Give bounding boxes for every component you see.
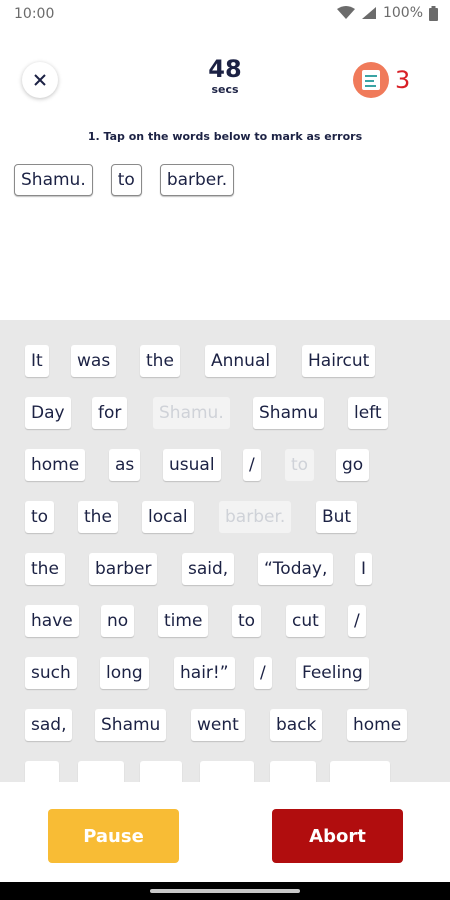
instruction-text: 1. Tap on the words below to mark as err… (87, 130, 363, 143)
status-bar: 10:00 100% (0, 0, 450, 28)
timer-value: 48 (208, 55, 242, 83)
word-chip[interactable]: cut (286, 605, 325, 637)
word-chip[interactable]: left (348, 397, 388, 429)
word-chip-partial[interactable] (200, 761, 254, 782)
word-chip[interactable]: time (158, 605, 209, 637)
word-chip[interactable]: Annual (205, 345, 277, 377)
word-chip[interactable]: Day (25, 397, 71, 429)
battery-percent: 100% (382, 5, 423, 21)
word-chip[interactable]: such (25, 657, 77, 689)
word-chip[interactable]: for (92, 397, 128, 429)
abort-button[interactable]: Abort (272, 809, 403, 863)
word-chip[interactable]: / (243, 449, 261, 481)
battery-icon (429, 5, 438, 21)
selected-word[interactable]: Shamu. (14, 164, 93, 196)
word-bank: It was the Annual Haircut Day for Shamu.… (0, 320, 450, 782)
wifi-icon (336, 6, 355, 20)
timer-unit: secs (211, 83, 239, 96)
word-chip[interactable]: Shamu (95, 709, 167, 741)
word-chip-partial[interactable] (25, 761, 59, 782)
navigation-bar (0, 882, 450, 900)
word-chip-used[interactable]: to (285, 449, 315, 481)
word-chip[interactable]: Feeling (296, 657, 369, 689)
word-chip[interactable]: local (142, 501, 194, 533)
cellular-icon (361, 6, 377, 20)
word-chip[interactable]: / (348, 605, 366, 637)
timer: 48 secs (175, 55, 275, 96)
footer: Pause Abort (0, 782, 450, 882)
word-chip[interactable]: to (25, 501, 55, 533)
status-time: 10:00 (14, 6, 55, 22)
word-chip-partial[interactable] (78, 761, 124, 782)
word-chip[interactable]: home (25, 449, 86, 481)
word-chip[interactable]: I (355, 553, 373, 585)
word-chip-used[interactable]: barber. (219, 501, 292, 533)
score-value: 3 (395, 66, 411, 94)
selected-word[interactable]: barber. (159, 164, 235, 196)
close-button[interactable] (22, 62, 58, 98)
word-chip[interactable]: “Today, (258, 553, 334, 585)
word-chip[interactable]: no (101, 605, 135, 637)
word-chip[interactable]: went (191, 709, 245, 741)
word-chip[interactable]: barber (89, 553, 158, 585)
word-chip[interactable]: to (232, 605, 262, 637)
word-chip[interactable]: sad, (25, 709, 73, 741)
word-chip[interactable]: the (140, 345, 180, 377)
word-chip-partial[interactable] (330, 761, 390, 782)
word-chip-used[interactable]: Shamu. (153, 397, 230, 429)
word-chip[interactable]: Haircut (302, 345, 376, 377)
word-chip[interactable]: But (316, 501, 358, 533)
document-icon (353, 62, 389, 98)
word-chip[interactable]: go (336, 449, 370, 481)
word-chip[interactable]: It (25, 345, 49, 377)
word-chip[interactable]: hair!” (174, 657, 235, 689)
word-chip[interactable]: have (25, 605, 79, 637)
selected-word[interactable]: to (110, 164, 142, 196)
word-chip[interactable]: long (100, 657, 149, 689)
pause-button[interactable]: Pause (48, 809, 179, 863)
word-chip[interactable]: back (270, 709, 323, 741)
word-chip-partial[interactable] (140, 761, 182, 782)
selected-words: Shamu. to barber. (14, 164, 235, 196)
word-chip-partial[interactable] (270, 761, 316, 782)
word-chip[interactable]: the (25, 553, 65, 585)
home-gesture-handle[interactable] (150, 889, 300, 893)
status-icons: 100% (336, 5, 438, 21)
word-chip[interactable]: was (71, 345, 117, 377)
word-chip[interactable]: / (254, 657, 272, 689)
word-chip[interactable]: Shamu (253, 397, 325, 429)
word-chip[interactable]: as (109, 449, 141, 481)
word-chip[interactable]: said, (182, 553, 235, 585)
score: 3 (353, 62, 410, 98)
word-chip[interactable]: the (78, 501, 118, 533)
word-chip[interactable]: home (347, 709, 408, 741)
word-chip[interactable]: usual (163, 449, 221, 481)
close-icon (34, 71, 46, 90)
